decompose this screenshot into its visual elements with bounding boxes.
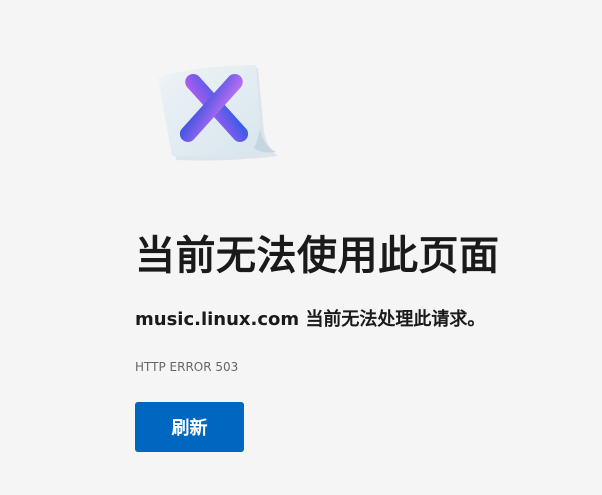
error-document-x-icon (158, 65, 278, 161)
error-code: HTTP ERROR 503 (135, 360, 239, 374)
refresh-button[interactable]: 刷新 (135, 402, 244, 452)
page-title: 当前无法使用此页面 (135, 233, 500, 279)
error-message: music.linux.com 当前无法处理此请求。 (135, 309, 486, 330)
error-page: 当前无法使用此页面 music.linux.com 当前无法处理此请求。 HTT… (0, 0, 602, 495)
